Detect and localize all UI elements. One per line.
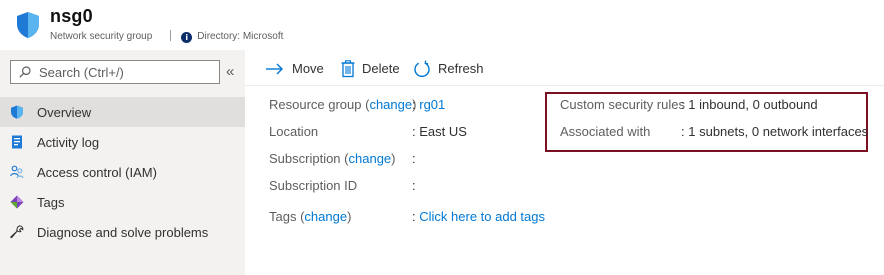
sidebar-item-access-control[interactable]: Access control (IAM) [0,157,245,187]
trash-icon [341,60,355,78]
sidebar-item-label: Activity log [37,135,100,150]
location-value: East US [419,124,467,139]
resource-group-row: Resource group (change) [269,97,416,112]
subscription-id-label: Subscription ID [269,178,357,193]
paren-close: ) [391,151,396,166]
paren-open: ( [340,151,349,166]
separator: : [412,124,416,139]
page-title: nsg0 [50,6,93,26]
delete-button[interactable]: Delete [340,60,408,78]
custom-security-rules-value: 1 inbound, 0 outbound [688,97,818,112]
search-input[interactable] [39,64,209,80]
resource-group-value-row: : rg01 [412,97,445,112]
wrench-icon [10,225,24,239]
location-label: Location [269,124,318,139]
separator: : [412,178,416,193]
associated-with-label-text: Associated with [560,124,651,139]
refresh-icon [414,60,430,77]
info-icon: i [181,32,193,43]
directory-label: Directory: Microsoft [197,31,284,42]
move-button[interactable]: Move [265,60,327,78]
resource-type: Network security group [50,31,153,42]
command-bar: Move Delete Refresh [245,50,884,86]
move-label: Move [292,61,324,76]
sidebar-item-overview[interactable]: Overview [0,97,245,127]
separator: : [681,124,685,139]
subscription-id-value-row: : [412,178,416,193]
collapse-sidebar-button[interactable]: « [226,63,234,80]
sidebar-item-label: Overview [37,105,92,120]
resource-header: nsg0 Network security group i Directory: M… [0,0,884,50]
resource-group-label: Resource group [269,97,362,112]
subscription-change-link[interactable]: change [349,151,392,166]
sidebar-item-label: Access control (IAM) [37,165,157,180]
subscription-row: Subscription (change) [269,151,396,166]
custom-security-rules-label-text: Custom security rules [560,97,685,112]
sidebar-item-label: Diagnose and solve problems [37,225,209,240]
shield-icon [17,12,39,38]
sidebar: « Overview Activity log Access control (… [0,50,245,275]
tags-value-row: : Click here to add tags [412,209,545,224]
separator: : [412,209,416,224]
associated-with-value: 1 subnets, 0 network interfaces [688,124,869,139]
subscription-id-label-text: Subscription ID [269,178,358,193]
subscription-label: Subscription [269,151,341,166]
shield-icon [11,105,23,119]
custom-security-rules-value-row: : 1 inbound, 0 outbound [681,97,818,112]
location-value-row: : East US [412,124,467,139]
sidebar-item-label: Tags [37,195,65,210]
activity-log-icon [12,135,22,149]
sidebar-item-diagnose[interactable]: Diagnose and solve problems [0,217,245,247]
refresh-label: Refresh [438,61,484,76]
tags-change-link[interactable]: change [304,209,347,224]
resource-group-change-link[interactable]: change [369,97,412,112]
divider [170,30,172,41]
search-icon [19,66,31,78]
tag-icon [10,195,24,209]
custom-security-rules-label: Custom security rules [560,97,685,112]
separator: : [681,97,685,112]
sidebar-item-tags[interactable]: Tags [0,187,245,217]
people-icon [10,165,24,179]
tags-label: Tags [269,209,297,224]
arrow-right-icon [266,63,283,75]
delete-label: Delete [362,61,400,76]
paren-close: ) [347,209,352,224]
sidebar-item-activity-log[interactable]: Activity log [0,127,245,157]
resource-subtitle: Network security group i Directory: Micros… [50,30,283,43]
resource-group-link[interactable]: rg01 [419,97,445,112]
associated-with-value-row: : 1 subnets, 0 network interfaces [681,124,868,139]
associated-with-label: Associated with [560,124,650,139]
tags-row: Tags (change) [269,209,351,224]
separator: : [412,97,416,112]
separator: : [412,151,416,166]
location-label-text: Location [269,124,319,139]
add-tags-link[interactable]: Click here to add tags [419,209,545,224]
refresh-button[interactable]: Refresh [413,60,485,78]
subscription-value-row: : [412,151,416,166]
search-box[interactable] [10,60,220,84]
